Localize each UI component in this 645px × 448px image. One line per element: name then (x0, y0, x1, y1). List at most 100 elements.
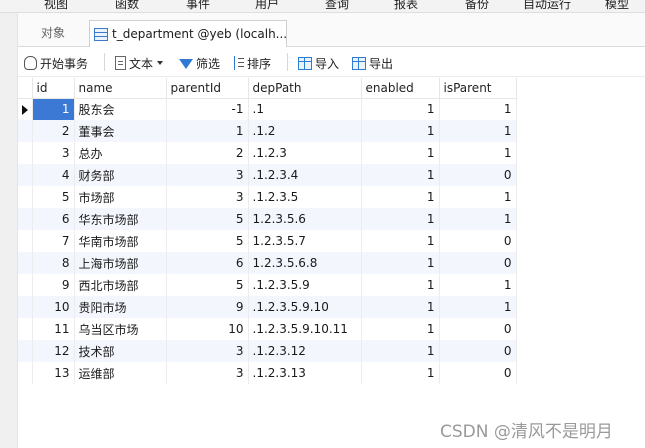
cell-deppath[interactable]: .1.2.3.5.9.10.11 (248, 318, 362, 340)
table-row[interactable]: 10 贵阳市场 9.1.2.3.5.9.10 1 1 (18, 296, 517, 318)
cell-parentid[interactable]: 3 (166, 340, 249, 362)
column-header-deppath[interactable]: depPath (248, 78, 362, 99)
column-header-parentid[interactable]: parentId (166, 78, 249, 99)
row-indicator[interactable] (18, 318, 33, 340)
cell-enabled[interactable]: 1 (361, 252, 440, 274)
cell-parentid[interactable]: 6 (166, 252, 249, 274)
row-indicator[interactable] (18, 362, 33, 384)
menu-reports[interactable]: 报表 (394, 0, 418, 12)
cell-deppath[interactable]: .1.2 (248, 120, 362, 142)
cell-parentid[interactable]: 2 (166, 142, 249, 164)
cell-enabled[interactable]: 1 (361, 164, 440, 186)
cell-isparent[interactable]: 1 (439, 274, 517, 296)
cell-deppath[interactable]: 1.2.3.5.6.8 (248, 252, 362, 274)
cell-name[interactable]: 市场部 (74, 186, 167, 208)
cell-id[interactable]: 7 (32, 230, 75, 252)
row-indicator[interactable] (18, 186, 33, 208)
cell-enabled[interactable]: 1 (361, 274, 440, 296)
cell-name[interactable]: 总办 (74, 142, 167, 164)
cell-id[interactable]: 2 (32, 120, 75, 142)
cell-name[interactable]: 财务部 (74, 164, 167, 186)
table-row[interactable]: 6 华东市场部 5 1.2.3.5.6 1 1 (18, 208, 517, 230)
cell-enabled[interactable]: 1 (361, 98, 440, 120)
cell-name[interactable]: 运维部 (74, 362, 167, 384)
cell-isparent[interactable]: 1 (439, 208, 517, 230)
cell-id[interactable]: 10 (32, 296, 75, 318)
menu-automation[interactable]: 自动运行 (523, 0, 571, 12)
cell-deppath[interactable]: .1.2.3.4 (248, 164, 362, 186)
row-indicator[interactable] (18, 230, 33, 252)
row-indicator[interactable] (18, 164, 33, 186)
cell-name[interactable]: 华东市场部 (74, 208, 167, 230)
cell-parentid[interactable]: -1 (166, 98, 249, 120)
cell-enabled[interactable]: 1 (361, 340, 440, 362)
cell-isparent[interactable]: 1 (439, 120, 517, 142)
cell-id[interactable]: 6 (32, 208, 75, 230)
cell-deppath[interactable]: .1.2.3.5.9.10 (248, 296, 362, 318)
menu-query[interactable]: 查询 (325, 0, 349, 12)
cell-id[interactable]: 1 (32, 98, 75, 120)
cell-enabled[interactable]: 1 (361, 142, 440, 164)
table-row[interactable]: 11 乌当区市场 10.1.2.3.5.9.10.11 1 0 (18, 318, 517, 340)
table-row[interactable]: 4 财务部 3.1.2.3.4 1 0 (18, 164, 517, 186)
cell-parentid[interactable]: 5 (166, 208, 249, 230)
row-indicator[interactable] (18, 98, 33, 120)
cell-name[interactable]: 西北市场部 (74, 274, 167, 296)
filter-button[interactable]: 筛选 (179, 52, 220, 74)
export-button[interactable]: 导出 (352, 52, 393, 74)
cell-id[interactable]: 12 (32, 340, 75, 362)
cell-deppath[interactable]: .1.2.3.5.9 (248, 274, 362, 296)
table-row[interactable]: 9 西北市场部 5.1.2.3.5.9 1 1 (18, 274, 517, 296)
cell-isparent[interactable]: 0 (439, 252, 517, 274)
column-header-name[interactable]: name (74, 78, 167, 99)
table-row[interactable]: 1 股东会 -1.1 1 1 (18, 98, 517, 120)
menu-functions[interactable]: 函数 (115, 0, 139, 12)
cell-enabled[interactable]: 1 (361, 318, 440, 340)
cell-isparent[interactable]: 0 (439, 230, 517, 252)
cell-id[interactable]: 9 (32, 274, 75, 296)
data-grid[interactable]: id name parentId depPath enabled isParen… (18, 78, 645, 448)
cell-deppath[interactable]: 1.2.3.5.6 (248, 208, 362, 230)
import-button[interactable]: 导入 (298, 52, 339, 74)
cell-id[interactable]: 13 (32, 362, 75, 384)
begin-transaction-button[interactable]: 开始事务 (24, 52, 88, 74)
menu-view[interactable]: 视图 (44, 0, 68, 12)
cell-deppath[interactable]: .1.2.3.12 (248, 340, 362, 362)
cell-parentid[interactable]: 3 (166, 186, 249, 208)
table-row[interactable]: 3 总办 2.1.2.3 1 1 (18, 142, 517, 164)
cell-enabled[interactable]: 1 (361, 230, 440, 252)
cell-id[interactable]: 5 (32, 186, 75, 208)
cell-name[interactable]: 股东会 (74, 98, 167, 120)
row-indicator[interactable] (18, 120, 33, 142)
cell-parentid[interactable]: 3 (166, 164, 249, 186)
cell-enabled[interactable]: 1 (361, 362, 440, 384)
cell-deppath[interactable]: .1.2.3.13 (248, 362, 362, 384)
chevron-down-icon[interactable] (157, 61, 164, 65)
row-indicator[interactable] (18, 142, 33, 164)
cell-deppath[interactable]: .1 (248, 98, 362, 120)
cell-isparent[interactable]: 1 (439, 142, 517, 164)
column-header-enabled[interactable]: enabled (361, 78, 440, 99)
cell-id[interactable]: 11 (32, 318, 75, 340)
menu-backup[interactable]: 备份 (465, 0, 489, 12)
table-row[interactable]: 7 华南市场部 5 1.2.3.5.7 1 0 (18, 230, 517, 252)
table-row[interactable]: 8 上海市场部 6 1.2.3.5.6.8 1 0 (18, 252, 517, 274)
tab-t-department[interactable]: t_department @yeb (localh... (89, 20, 287, 47)
cell-name[interactable]: 上海市场部 (74, 252, 167, 274)
cell-name[interactable]: 技术部 (74, 340, 167, 362)
cell-id[interactable]: 4 (32, 164, 75, 186)
table-row[interactable]: 5 市场部 3.1.2.3.5 1 1 (18, 186, 517, 208)
sort-button[interactable]: 排序 (232, 52, 271, 74)
cell-name[interactable]: 乌当区市场 (74, 318, 167, 340)
cell-name[interactable]: 董事会 (74, 120, 167, 142)
cell-isparent[interactable]: 1 (439, 186, 517, 208)
cell-isparent[interactable]: 0 (439, 164, 517, 186)
cell-isparent[interactable]: 1 (439, 98, 517, 120)
row-indicator[interactable] (18, 340, 33, 362)
cell-deppath[interactable]: .1.2.3.5 (248, 186, 362, 208)
table-row[interactable]: 2 董事会 1.1.2 1 1 (18, 120, 517, 142)
cell-enabled[interactable]: 1 (361, 186, 440, 208)
row-indicator[interactable] (18, 274, 33, 296)
cell-name[interactable]: 贵阳市场 (74, 296, 167, 318)
text-button[interactable]: 文本 (115, 52, 164, 74)
